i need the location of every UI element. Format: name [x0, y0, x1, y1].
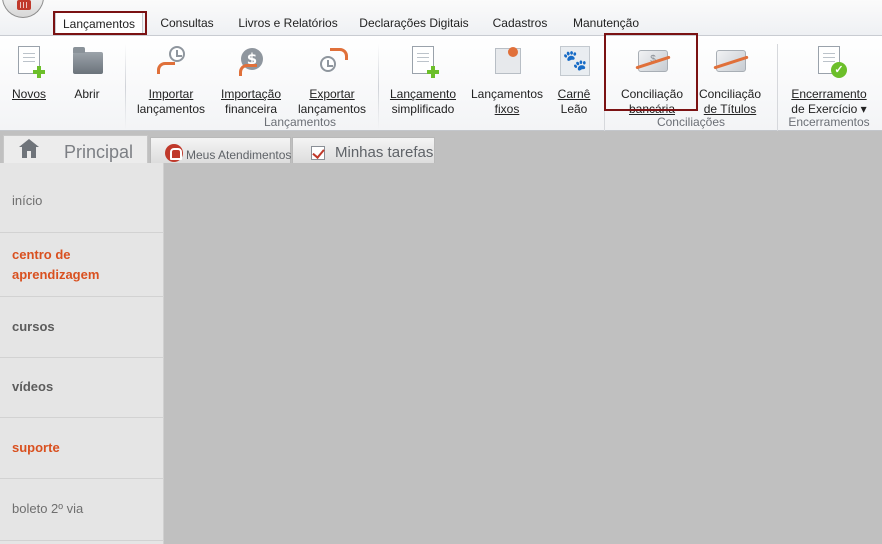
sidebar-item-cursos[interactable]: cursos: [0, 297, 164, 358]
money-import-icon: $: [235, 44, 267, 78]
group-separator: [604, 44, 605, 132]
sidebar-item-label: vídeos: [12, 379, 54, 394]
separator: [125, 44, 126, 130]
sidebar-item-boleto[interactable]: boleto 2º via: [0, 479, 164, 541]
app-menu-button[interactable]: [2, 0, 44, 18]
conciliacao-titulos-button[interactable]: Conciliação de Títulos: [695, 42, 765, 118]
sidebar: início centro de aprendizagem cursos víd…: [0, 163, 164, 544]
conciliacao-titulos-label-1: Conciliação: [698, 87, 762, 101]
tab-atendimentos-label: Meus Atendimentos: [186, 148, 292, 162]
bank-reconciliation-icon: $: [636, 44, 668, 78]
folder-icon: [71, 44, 103, 78]
tab-meus-atendimentos[interactable]: Meus Atendimentos: [150, 137, 291, 164]
tab-declaracoes-digitais[interactable]: Declarações Digitais: [355, 12, 473, 36]
sidebar-item-label: cursos: [12, 319, 55, 334]
exportar-label-1: Exportar: [309, 87, 355, 101]
exportar-lancamentos-button[interactable]: Exportar lançamentos: [297, 42, 367, 118]
group-separator: [777, 44, 778, 132]
sidebar-item-centro-aprendizagem[interactable]: centro de aprendizagem: [0, 233, 164, 297]
group-label-conciliacoes: Conciliações: [656, 115, 726, 129]
import-icon: [155, 44, 187, 78]
group-label-lancamentos: Lançamentos: [263, 115, 337, 129]
lancamentos-fixos-button[interactable]: Lançamentos fixos: [471, 42, 543, 118]
closing-icon: ✓: [813, 44, 847, 78]
title-reconciliation-icon: [714, 44, 746, 78]
main-workspace: [164, 163, 882, 544]
abrir-button[interactable]: Abrir: [52, 42, 122, 118]
importacao-label-1: Importação: [220, 87, 282, 101]
sidebar-item-label: aprendizagem: [12, 267, 100, 282]
bell-icon: [165, 144, 183, 162]
importar-lancamentos-button[interactable]: Importar lançamentos: [136, 42, 206, 118]
sidebar-item-label: início: [12, 193, 43, 208]
carne-leao-button[interactable]: 🐾 Carnê Leão: [539, 42, 609, 118]
importar-label-1: Importar: [148, 87, 194, 101]
document-tabs: Principal Meus Atendimentos Minhas taref…: [0, 131, 882, 165]
conciliacao-bancaria-button[interactable]: $ Conciliação bancária: [617, 42, 687, 118]
checkbox-icon: [311, 146, 325, 160]
tab-livros-relatorios[interactable]: Livros e Relatórios: [233, 12, 343, 36]
group-label-encerramentos: Encerramentos: [788, 115, 870, 129]
abrir-label: Abrir: [74, 87, 100, 101]
conciliacao-bancaria-label-1: Conciliação: [620, 87, 684, 101]
new-entry-icon: [407, 44, 439, 78]
lancamento-simplificado-button[interactable]: Lançamento simplificado: [388, 42, 458, 118]
tab-cadastros[interactable]: Cadastros: [487, 12, 553, 36]
importacao-financeira-button[interactable]: $ Importação financeira: [216, 42, 286, 118]
tab-tarefas-label: Minhas tarefas: [335, 144, 434, 161]
encerramento-exercicio-button[interactable]: ✓ Encerramento de Exercício ▾: [791, 42, 867, 118]
tab-consultas[interactable]: Consultas: [155, 12, 219, 36]
sidebar-item-label: boleto 2º via: [12, 501, 84, 516]
tab-manutencao[interactable]: Manutenção: [566, 12, 646, 36]
new-document-icon: [13, 44, 45, 78]
sidebar-item-label: centro de: [12, 247, 71, 262]
simplificado-label-1: Lançamento: [389, 87, 457, 101]
carne-label-2: Leão: [560, 102, 588, 116]
sidebar-item-label: suporte: [12, 440, 60, 455]
menu-bar: Lançamentos Consultas Livros e Relatório…: [0, 0, 882, 36]
export-icon: [316, 44, 348, 78]
home-icon: [19, 139, 39, 158]
sidebar-item-inicio[interactable]: início: [0, 163, 164, 233]
ribbon: Novos Abrir Importar lançamentos $ Impor…: [0, 35, 882, 132]
app-logo-icon: [17, 0, 31, 10]
sidebar-item-suporte[interactable]: suporte: [0, 418, 164, 479]
pin-icon: [491, 44, 523, 78]
encerramento-label-1: Encerramento: [791, 87, 867, 101]
tab-lancamentos[interactable]: Lançamentos: [55, 12, 143, 36]
tab-principal[interactable]: Principal: [3, 135, 148, 165]
tab-minhas-tarefas[interactable]: Minhas tarefas: [292, 137, 435, 164]
tab-principal-label: Principal: [64, 142, 134, 162]
paw-icon: 🐾: [558, 44, 590, 78]
carne-label-1: Carnê: [557, 87, 591, 101]
sidebar-item-videos[interactable]: vídeos: [0, 358, 164, 418]
